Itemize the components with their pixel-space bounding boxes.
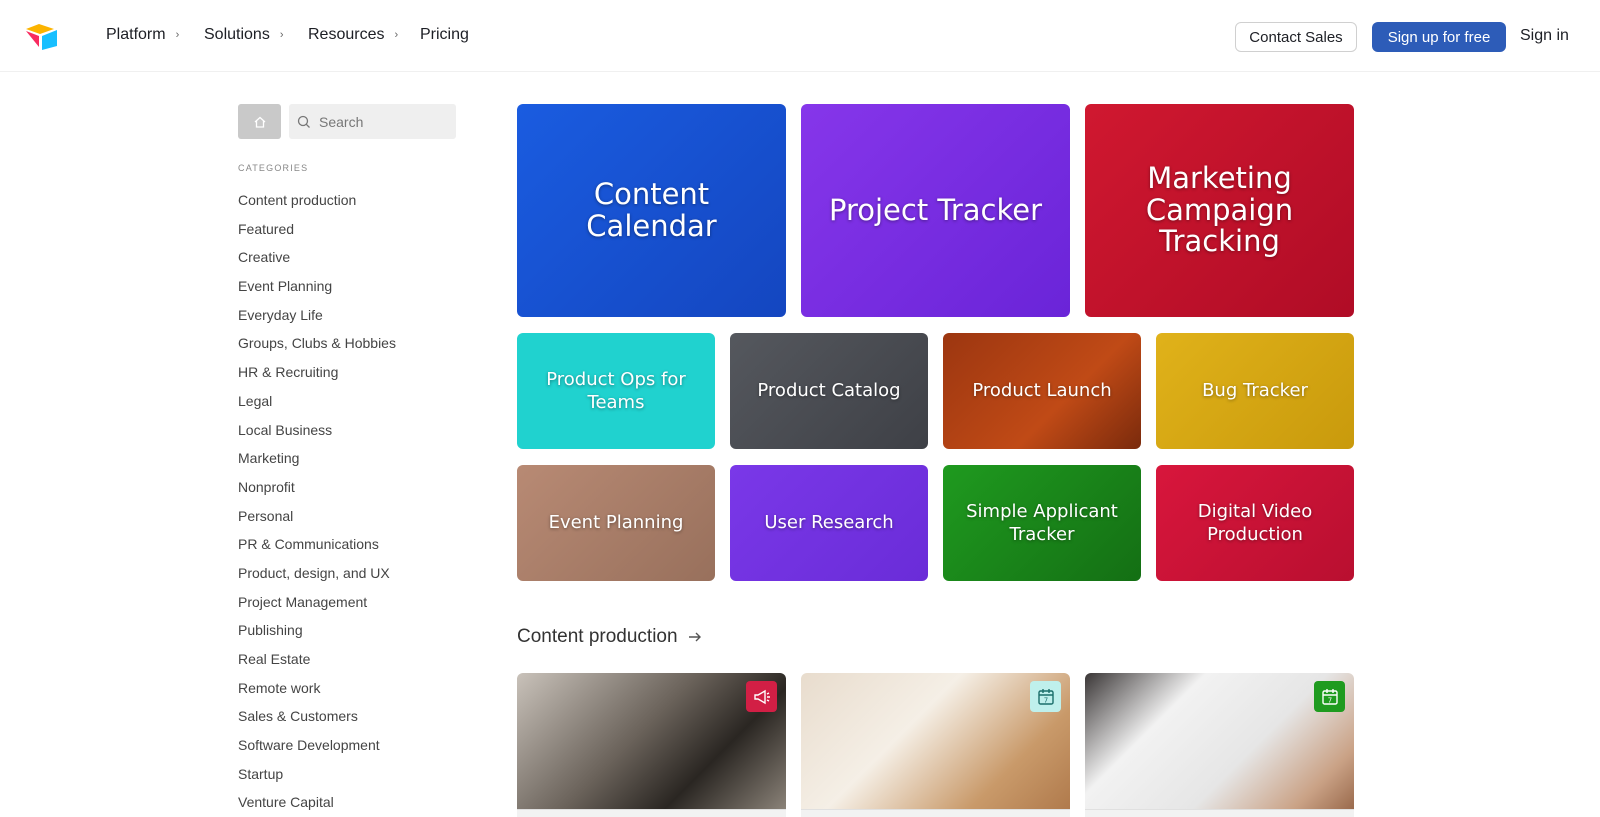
nav-pricing[interactable]: Pricing — [420, 26, 469, 44]
category-startup[interactable]: Startup — [238, 764, 396, 793]
template-tile-marketing-campaign-tracking[interactable]: Marketing Campaign Tracking — [1085, 104, 1354, 317]
card-footer — [1085, 809, 1354, 817]
calendar-icon: 7 — [1030, 681, 1061, 712]
home-icon — [254, 116, 265, 128]
category-creative[interactable]: Creative — [238, 247, 396, 276]
template-tile-digital-video-production[interactable]: Digital Video Production — [1156, 465, 1354, 581]
tile-title: Bug Tracker — [1202, 380, 1308, 402]
tile-title: Project Tracker — [828, 192, 1043, 227]
category-pr-communications[interactable]: PR & Communications — [238, 534, 396, 563]
arrow-right-icon — [688, 632, 701, 642]
category-marketing[interactable]: Marketing — [238, 448, 396, 477]
chevron-right-icon: › — [175, 29, 180, 41]
template-card[interactable] — [517, 673, 786, 817]
nav-solutions[interactable]: Solutions › — [204, 26, 284, 44]
sign-up-button[interactable]: Sign up for free — [1372, 22, 1506, 52]
search-box — [289, 104, 456, 139]
nav-solutions-label: Solutions — [204, 26, 270, 43]
tile-title: Content Calendar — [586, 176, 717, 243]
template-card[interactable]: 7 — [801, 673, 1070, 817]
category-venture-capital[interactable]: Venture Capital — [238, 792, 396, 817]
search-icon — [297, 115, 310, 128]
nav-pricing-label: Pricing — [420, 26, 469, 43]
template-tile-simple-applicant-tracker[interactable]: Simple Applicant Tracker — [943, 465, 1141, 581]
category-software-development[interactable]: Software Development — [238, 735, 396, 764]
category-legal[interactable]: Legal — [238, 391, 396, 420]
tile-title: User Research — [764, 512, 894, 534]
template-tile-product-launch[interactable]: Product Launch — [943, 333, 1141, 449]
chevron-right-icon: › — [394, 29, 399, 41]
category-publishing[interactable]: Publishing — [238, 620, 396, 649]
contact-sales-button[interactable]: Contact Sales — [1235, 22, 1357, 52]
category-featured[interactable]: Featured — [238, 219, 396, 248]
tile-title: Marketing Campaign Tracking — [1145, 160, 1294, 259]
tile-title: Product Catalog — [757, 380, 901, 402]
nav-platform-label: Platform — [106, 26, 166, 43]
tile-title: Event Planning — [548, 512, 684, 534]
section-link-content-production[interactable]: Content production — [517, 626, 702, 648]
template-tile-event-planning[interactable]: Event Planning — [517, 465, 715, 581]
category-content-production[interactable]: Content production — [238, 190, 396, 219]
megaphone-icon — [746, 681, 777, 712]
category-groups-clubs-hobbies[interactable]: Groups, Clubs & Hobbies — [238, 333, 396, 362]
tile-title: Product Launch — [972, 380, 1112, 402]
top-navigation: Platform › Solutions › Resources › Prici… — [0, 0, 1600, 72]
template-card[interactable]: 7 — [1085, 673, 1354, 817]
category-everyday-life[interactable]: Everyday Life — [238, 305, 396, 334]
category-real-estate[interactable]: Real Estate — [238, 649, 396, 678]
svg-text:7: 7 — [1327, 696, 1331, 704]
template-tile-user-research[interactable]: User Research — [730, 465, 928, 581]
tile-title: Product Ops for Teams — [546, 368, 686, 413]
airtable-logo-icon[interactable] — [24, 22, 58, 50]
categories-heading: CATEGORIES — [238, 163, 309, 173]
category-personal[interactable]: Personal — [238, 506, 396, 535]
tile-title: Simple Applicant Tracker — [966, 500, 1118, 545]
category-hr-recruiting[interactable]: HR & Recruiting — [238, 362, 396, 391]
category-remote-work[interactable]: Remote work — [238, 678, 396, 707]
chevron-right-icon: › — [279, 29, 284, 41]
card-footer — [517, 809, 786, 817]
template-tile-bug-tracker[interactable]: Bug Tracker — [1156, 333, 1354, 449]
template-tile-project-tracker[interactable]: Project Tracker — [801, 104, 1070, 317]
category-product-design-ux[interactable]: Product, design, and UX — [238, 563, 396, 592]
category-nonprofit[interactable]: Nonprofit — [238, 477, 396, 506]
nav-platform[interactable]: Platform › — [106, 26, 179, 44]
section-title: Content production — [517, 626, 678, 647]
svg-text:7: 7 — [1043, 696, 1047, 704]
search-input[interactable] — [319, 113, 439, 130]
sign-in-link[interactable]: Sign in — [1520, 27, 1569, 45]
home-button[interactable] — [238, 104, 281, 139]
category-event-planning[interactable]: Event Planning — [238, 276, 396, 305]
template-tile-content-calendar[interactable]: Content Calendar — [517, 104, 786, 317]
category-local-business[interactable]: Local Business — [238, 420, 396, 449]
category-sales-customers[interactable]: Sales & Customers — [238, 706, 396, 735]
nav-resources-label: Resources — [308, 26, 385, 43]
nav-resources[interactable]: Resources › — [308, 26, 398, 44]
template-tile-product-catalog[interactable]: Product Catalog — [730, 333, 928, 449]
template-tile-product-ops[interactable]: Product Ops for Teams — [517, 333, 715, 449]
tile-title: Digital Video Production — [1197, 500, 1313, 545]
calendar-icon: 7 — [1314, 681, 1345, 712]
card-footer — [801, 809, 1070, 817]
category-project-management[interactable]: Project Management — [238, 592, 396, 621]
category-list: Content production Featured Creative Eve… — [238, 190, 396, 817]
